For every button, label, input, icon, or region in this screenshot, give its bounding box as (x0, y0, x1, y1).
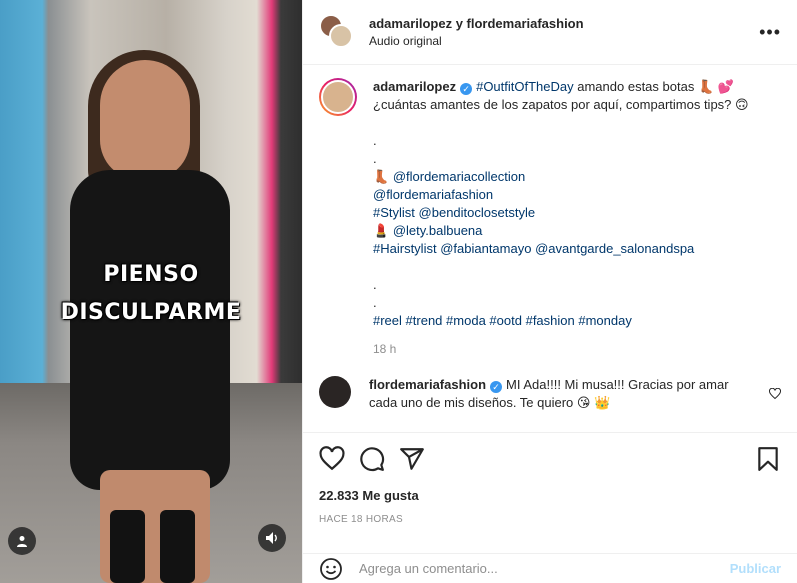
audio-label[interactable]: Audio original (369, 34, 759, 48)
post-modal: PIENSO DISCULPARME adamarilopez y florde… (0, 0, 797, 583)
verified-icon: ✓ (460, 83, 473, 95)
mention-link[interactable]: @avantgarde_salonandspa (535, 241, 694, 256)
caption-dot: . (373, 277, 377, 292)
hashtag-link[interactable]: #ootd (489, 313, 522, 328)
hashtag-link[interactable]: #trend (406, 313, 443, 328)
caption-row: adamarilopez ✓ #OutfitOfTheDay amando esta… (319, 78, 781, 358)
mention-link[interactable]: @flordemariacollection (393, 169, 525, 184)
reel-video[interactable]: PIENSO DISCULPARME (0, 0, 302, 583)
person-head (100, 60, 190, 180)
speaker-icon (266, 532, 277, 544)
mention-link[interactable]: @lety.balbuena (393, 223, 483, 238)
video-caption-line1: PIENSO (103, 262, 199, 287)
more-options-icon[interactable]: ••• (759, 22, 781, 43)
caption-line2: ¿cuántas amantes de los zapatos por aquí… (373, 97, 749, 112)
comment-input[interactable] (359, 561, 730, 576)
hashtag-link[interactable]: #Hairstylist (373, 241, 437, 256)
caption-dot: . (373, 151, 377, 166)
post-date[interactable]: HACE 18 HORAS (319, 514, 403, 525)
comments-scroll-area[interactable]: adamarilopez ✓ #OutfitOfTheDay amando esta… (303, 66, 797, 432)
comment-composer: Publicar (303, 553, 797, 583)
comment-username[interactable]: flordemariafashion (369, 377, 486, 392)
person-outfit (70, 170, 230, 490)
heart-icon[interactable] (319, 445, 345, 472)
hashtag-link[interactable]: #Stylist (373, 205, 415, 220)
video-caption-line2: DISCULPARME (60, 300, 242, 325)
bookmark-icon[interactable] (755, 446, 781, 472)
mention-link[interactable]: @benditoclosetstyle (419, 205, 536, 220)
caption-timestamp[interactable]: 18 h (373, 340, 773, 358)
boot-right (160, 510, 195, 583)
publish-button[interactable]: Publicar (730, 561, 781, 576)
comment-item: flordemariafashion ✓ MI Ada!!!! Mi musa!!!… (319, 376, 782, 412)
avatar (329, 24, 353, 48)
user-icon (17, 536, 27, 547)
hashtag-link[interactable]: #OutfitOfTheDay (476, 79, 574, 94)
boot-emoji: 👢 (373, 169, 390, 184)
caption-text: adamarilopez ✓ #OutfitOfTheDay amando esta… (373, 78, 773, 358)
comment-like-heart-icon[interactable] (768, 387, 782, 403)
post-header: adamarilopez y flordemariafashion Audio … (303, 0, 797, 65)
comment-body: flordemariafashion ✓ MI Ada!!!! Mi musa!!!… (369, 376, 759, 412)
hashtag-link[interactable]: #reel (373, 313, 402, 328)
collab-avatars[interactable] (319, 14, 355, 50)
caption-dot: . (373, 133, 377, 148)
audio-toggle-button[interactable] (258, 524, 286, 552)
share-icon[interactable] (399, 446, 425, 472)
caption-line1: amando estas botas 👢 💕 (573, 79, 734, 94)
hashtag-link[interactable]: #fashion (526, 313, 575, 328)
hashtag-link[interactable]: #monday (578, 313, 631, 328)
hashtag-list: #reel #trend #moda #ootd #fashion #monda… (373, 312, 773, 330)
post-panel: adamarilopez y flordemariafashion Audio … (302, 0, 797, 583)
comment-icon[interactable] (359, 446, 385, 472)
header-names: adamarilopez y flordemariafashion Audio … (369, 16, 759, 48)
action-bar (303, 432, 797, 484)
caption-username[interactable]: adamarilopez (373, 79, 456, 94)
avatar[interactable] (319, 376, 351, 408)
lipstick-emoji: 💄 (373, 223, 390, 238)
emoji-icon[interactable] (319, 557, 343, 581)
caption-dot: . (373, 295, 377, 310)
mention-link[interactable]: @flordemariafashion (373, 187, 493, 202)
avatar[interactable] (319, 78, 357, 116)
tagged-users-button[interactable] (8, 527, 36, 555)
boot-left (110, 510, 145, 583)
mention-link[interactable]: @fabiantamayo (440, 241, 531, 256)
likes-count[interactable]: 22.833 Me gusta (319, 488, 419, 503)
hashtag-link[interactable]: #moda (446, 313, 486, 328)
verified-icon: ✓ (490, 381, 503, 393)
post-authors[interactable]: adamarilopez y flordemariafashion (369, 16, 759, 31)
